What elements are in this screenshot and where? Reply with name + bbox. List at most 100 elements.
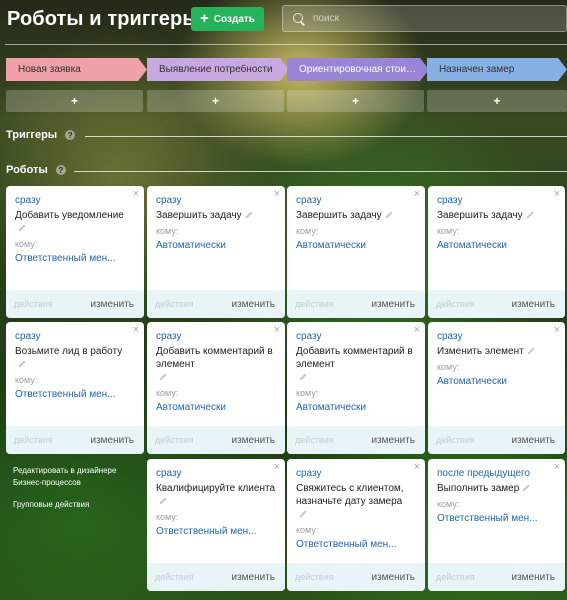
robot-timing[interactable]: сразу [437,195,462,206]
designer-link-line1: Редактировать в дизайнере [13,466,117,475]
recipient-value[interactable]: Автоматически [437,240,507,251]
robot-card[interactable]: × сразу Изменить элемент кому: Автоматически… [428,322,565,454]
pencil-icon[interactable] [18,360,25,367]
pencil-icon[interactable] [526,211,533,218]
add-robot-button[interactable]: + [427,90,567,112]
recipient-value[interactable]: Автоматически [156,240,226,251]
pencil-icon[interactable] [18,224,25,231]
recipient-value[interactable]: Ответственный мен... [15,253,116,264]
pencil-icon[interactable] [159,373,166,380]
close-icon[interactable]: × [554,462,560,473]
robot-card[interactable]: × сразу Квалифицируйте клиента кому: Ответст… [147,459,285,591]
recipient-value[interactable]: Автоматически [296,240,366,251]
recipient-value[interactable]: Ответственный мен... [15,389,116,400]
close-icon[interactable]: × [274,462,280,473]
robot-timing[interactable]: сразу [296,331,321,342]
robot-timing[interactable]: после предыдущего [437,468,530,479]
edit-button[interactable]: изменить [511,572,555,583]
edit-button[interactable]: изменить [371,572,415,583]
designer-link[interactable]: Редактировать в дизайнере Бизнес-процесс… [13,465,116,489]
robot-card[interactable]: × сразу Завершить задачу кому: Автоматически… [428,186,565,318]
close-icon[interactable]: × [274,189,280,200]
pencil-icon[interactable] [522,484,529,491]
robot-timing[interactable]: сразу [296,195,321,206]
card-footer: действия изменить [147,290,285,318]
recipient-value[interactable]: Автоматически [296,402,366,413]
robot-card[interactable]: × сразу Завершить задачу кому: Автоматически… [147,186,285,318]
robot-name-text: Добавить уведомление [15,210,124,221]
pencil-icon[interactable] [527,347,534,354]
close-icon[interactable]: × [133,325,139,336]
card-footer: действия изменить [428,426,565,454]
edit-button[interactable]: изменить [371,299,415,310]
stage-needs-identification[interactable]: Выявление потребности [147,58,289,81]
robot-timing[interactable]: сразу [156,195,181,206]
close-icon[interactable]: × [414,189,420,200]
add-robot-button[interactable]: + [147,90,284,112]
edit-button[interactable]: изменить [231,435,275,446]
help-icon[interactable]: ? [65,130,76,140]
card-footer: действия изменить [147,563,285,591]
pencil-icon[interactable] [385,211,392,218]
edit-button[interactable]: изменить [511,435,555,446]
edit-button[interactable]: изменить [371,435,415,446]
robot-card[interactable]: × сразу Завершить задачу кому: Автоматически… [287,186,425,318]
robot-timing[interactable]: сразу [156,468,181,479]
robot-name-text: Добавить комментарий в элемент [296,346,413,370]
help-icon[interactable]: ? [55,165,66,175]
close-icon[interactable]: × [133,189,139,200]
robot-name: Завершить задачу [296,209,420,222]
pencil-icon[interactable] [299,510,306,517]
pencil-icon[interactable] [159,497,166,504]
robot-timing[interactable]: сразу [296,468,321,479]
pencil-icon[interactable] [245,211,252,218]
actions-label: действия [155,299,194,309]
stage-measurement-scheduled[interactable]: Назначен замер [427,58,567,81]
actions-label: действия [155,435,194,445]
robot-timing[interactable]: сразу [437,331,462,342]
close-icon[interactable]: × [414,462,420,473]
robot-card[interactable]: × сразу Добавить комментарий в элемент кому… [147,322,285,454]
robot-name: Добавить комментарий в элемент [296,345,420,384]
recipient-label: кому: [15,375,38,385]
robot-card[interactable]: × сразу Возьмите лид в работу кому: Ответств… [6,322,144,454]
robot-name: Возьмите лид в работу [15,345,139,371]
robot-name-text: Выполнить замер [437,483,520,494]
card-footer: действия изменить [287,563,425,591]
close-icon[interactable]: × [414,325,420,336]
close-icon[interactable]: × [554,325,560,336]
robot-card[interactable]: × сразу Добавить комментарий в элемент кому… [287,322,425,454]
close-icon[interactable]: × [554,189,560,200]
stage-label: Новая заявка [18,64,81,75]
robot-timing[interactable]: сразу [15,331,40,342]
edit-button[interactable]: изменить [231,572,275,583]
add-robot-button[interactable]: + [287,90,424,112]
edit-button[interactable]: изменить [90,435,134,446]
recipient-value[interactable]: Ответственный мен... [156,526,257,537]
stage-new-request[interactable]: Новая заявка [6,58,147,81]
close-icon[interactable]: × [274,325,280,336]
robot-name: Выполнить замер [437,482,561,495]
create-button[interactable]: + Создать [191,7,264,31]
pencil-icon[interactable] [299,373,306,380]
recipient-value[interactable]: Ответственный мен... [296,539,397,550]
robot-card[interactable]: × сразу Свяжитесь с клиентом, назначьте да… [287,459,425,591]
actions-label: действия [14,435,53,445]
group-actions-link[interactable]: Групповые действия [13,499,89,511]
robot-timing[interactable]: сразу [15,195,40,206]
stage-estimated-cost[interactable]: Ориентировочная стоимость [287,58,429,81]
search-input[interactable] [313,13,513,24]
robot-card[interactable]: × после предыдущего Выполнить замер кому: От… [428,459,565,591]
card-footer: действия изменить [428,290,565,318]
recipient-value[interactable]: Автоматически [156,402,226,413]
edit-button[interactable]: изменить [511,299,555,310]
search-box[interactable] [282,5,567,32]
edit-button[interactable]: изменить [90,299,134,310]
robot-card[interactable]: × сразу Добавить уведомление кому: Ответстве… [6,186,144,318]
add-robot-button[interactable]: + [6,90,143,112]
robot-timing[interactable]: сразу [156,331,181,342]
recipient-value[interactable]: Ответственный мен... [437,513,538,524]
recipient-value[interactable]: Автоматически [437,376,507,387]
card-footer: действия изменить [6,426,144,454]
edit-button[interactable]: изменить [231,299,275,310]
